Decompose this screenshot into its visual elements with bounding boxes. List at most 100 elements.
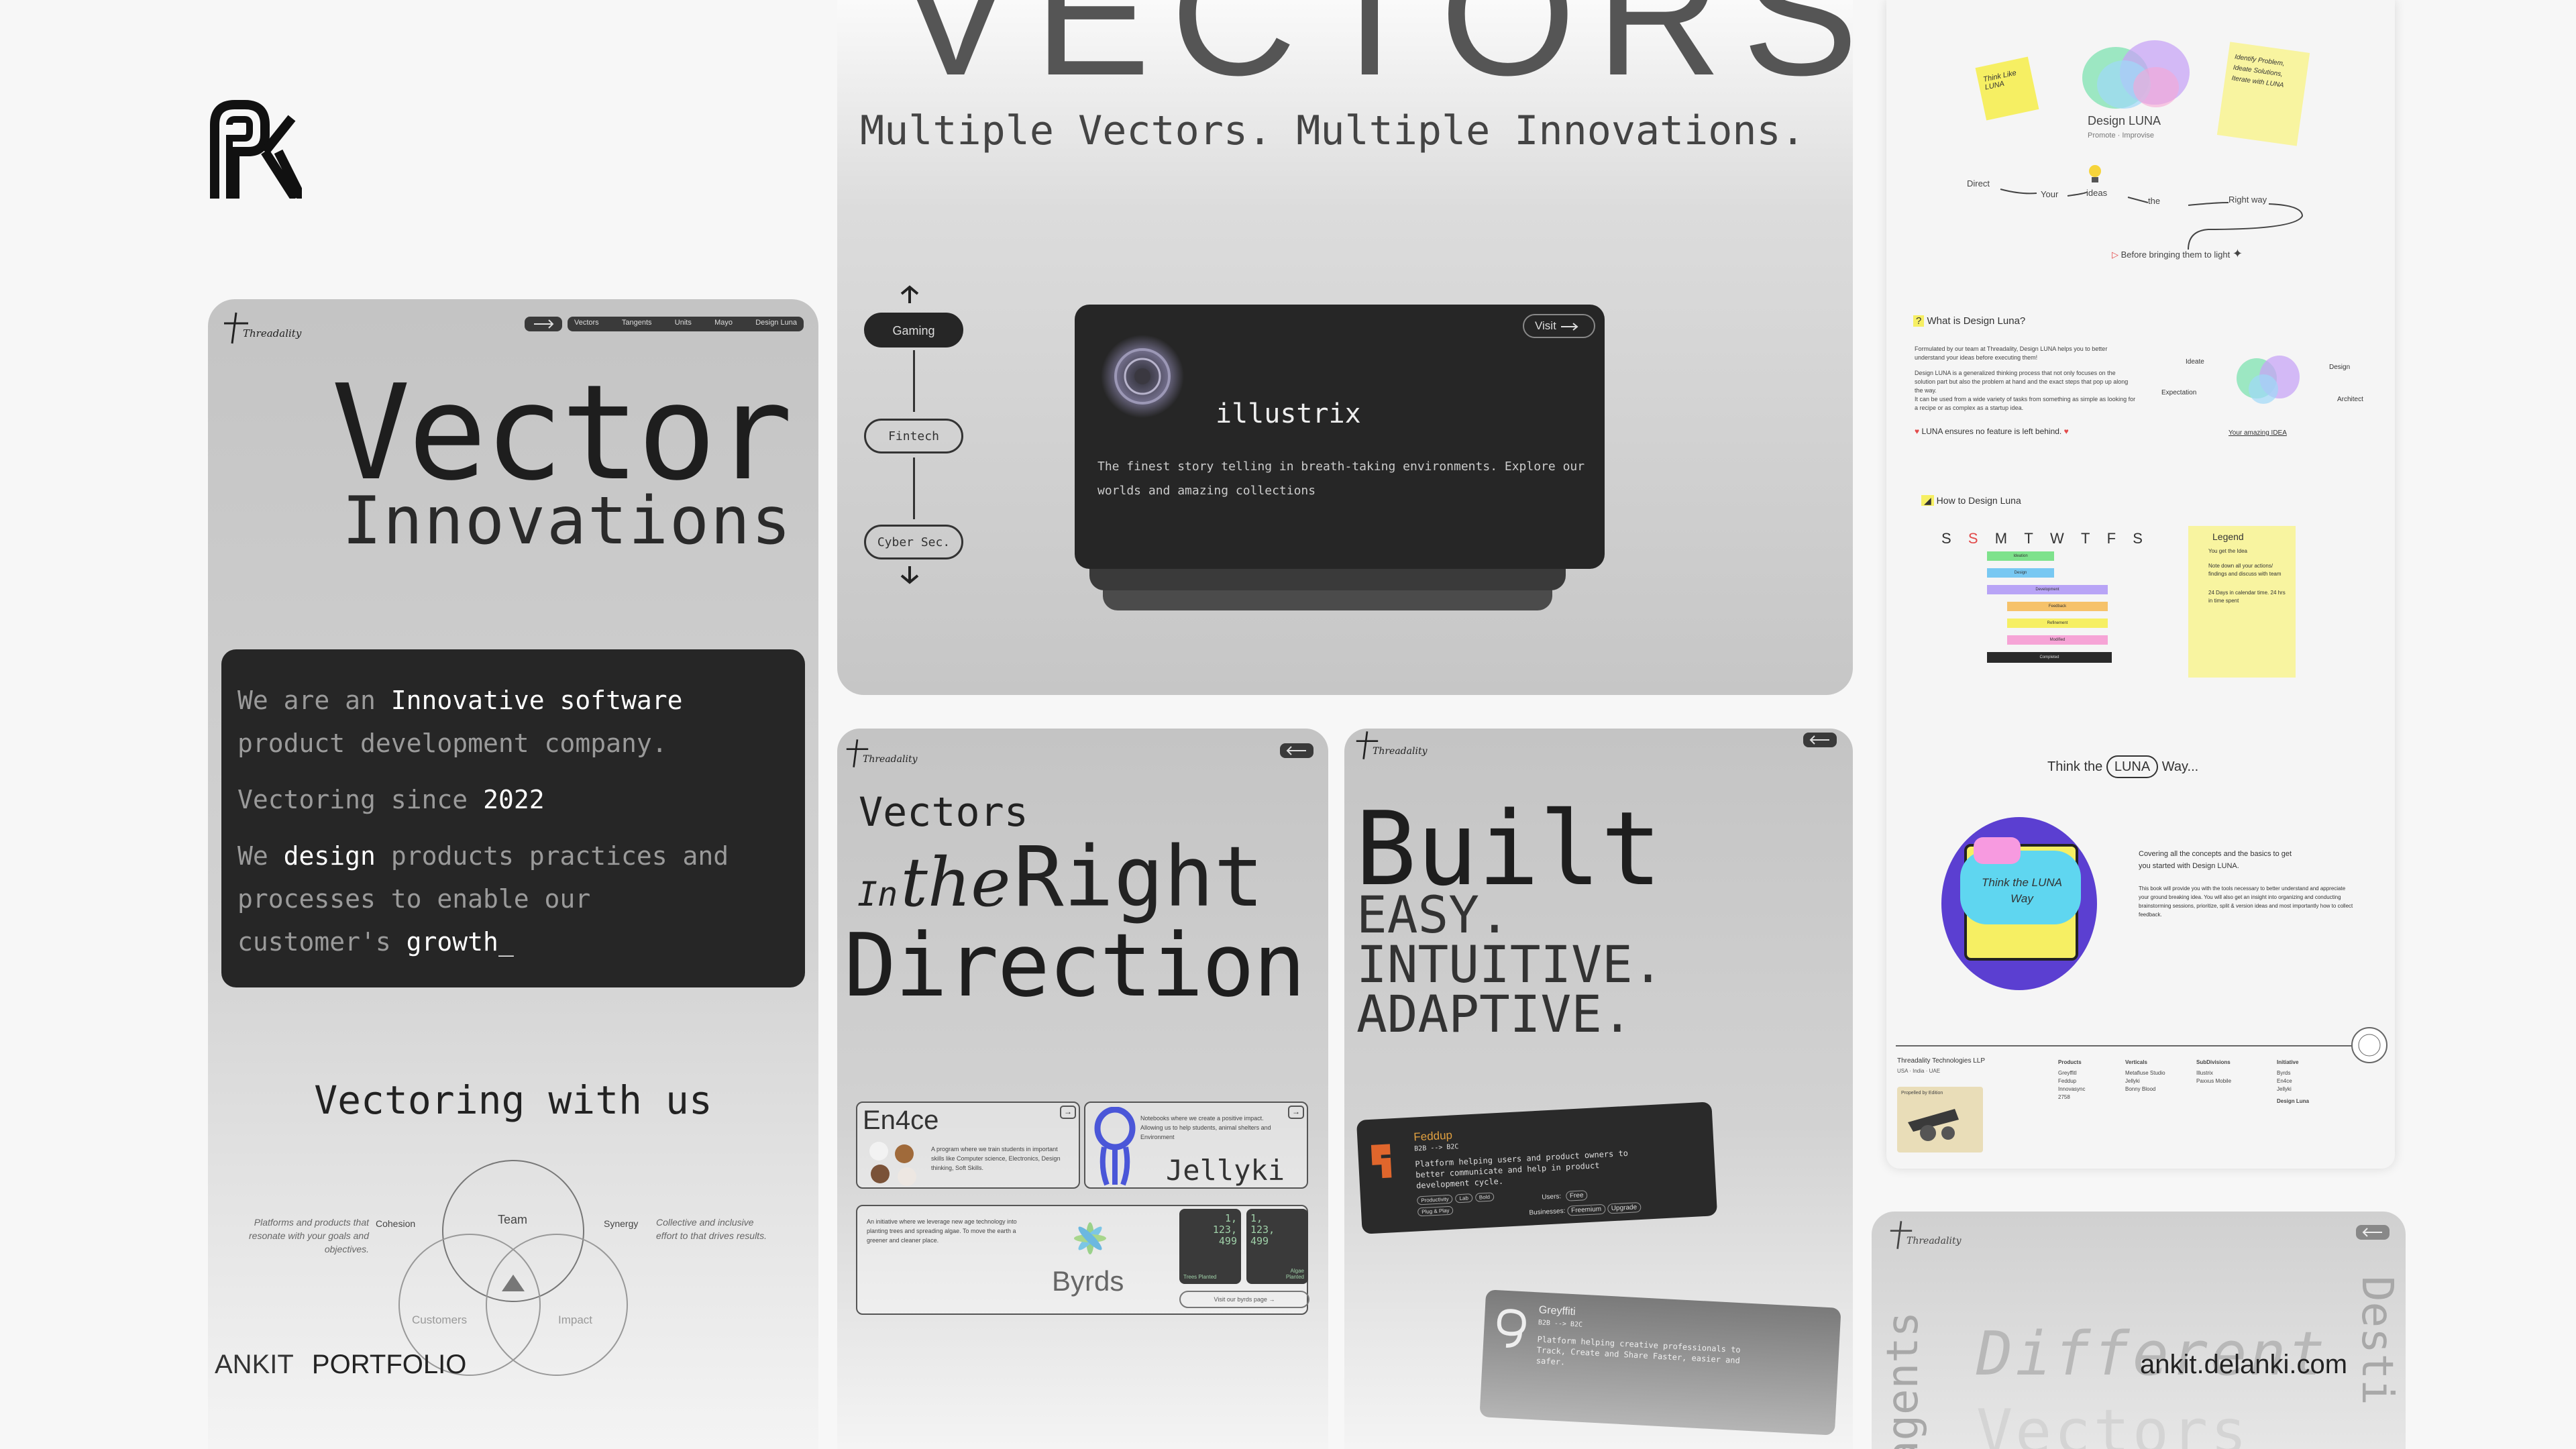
seal-icon xyxy=(2351,1027,2387,1063)
illustrix-name: illustrix xyxy=(1216,398,1361,429)
hero-title: Vector xyxy=(331,357,793,510)
ak-logo-icon xyxy=(210,100,307,201)
open-icon[interactable]: → xyxy=(1288,1106,1304,1119)
arrow-down-icon[interactable] xyxy=(896,565,923,585)
node-gaming[interactable]: Gaming xyxy=(864,313,963,347)
feddup-tags: Productivity Lab Bold Plug & Play xyxy=(1416,1191,1518,1217)
lightbulb-icon xyxy=(2089,165,2101,182)
built-easy: EASY. xyxy=(1356,885,1510,945)
brand-logo[interactable] xyxy=(208,98,307,201)
nav-design-luna[interactable]: Design Luna xyxy=(755,319,797,329)
diff-right-vertical: Desti xyxy=(2352,1276,2402,1405)
luna-ensures: ♥ LUNA ensures no feature is left behind… xyxy=(1915,427,2069,436)
nav-arrow-button[interactable] xyxy=(525,317,562,331)
direction-l3: Direction xyxy=(844,914,1305,1016)
venn-left-text: Platforms and products that resonate wit… xyxy=(249,1217,369,1254)
card-different: Threadality agents Different Vectors Des… xyxy=(1872,1212,2406,1449)
footer-col-subdivisions: SubDivisions Illustrix Paxxus Mobile xyxy=(2196,1059,2232,1084)
footer-col-initiative: Initiative Byrds En4ce Jellyki Design Lu… xyxy=(2277,1059,2310,1104)
back-button[interactable] xyxy=(2356,1225,2390,1240)
site-link[interactable]: ankit.delanki.com xyxy=(2140,1350,2347,1380)
brand-name: ANKIT PORTFOLIO xyxy=(215,1350,467,1379)
threadality-logo[interactable]: Threadality xyxy=(1889,1220,1970,1253)
feddup-name: Feddup xyxy=(1413,1128,1453,1144)
stat-algae: 1, 123, 499 Algae Planted xyxy=(1246,1209,1308,1284)
luna-diagram: Ideate Design Expectation Architect Your… xyxy=(2161,335,2376,449)
venn-synergy: Synergy xyxy=(604,1218,639,1229)
feddup-users: Users: Free xyxy=(1542,1190,1588,1201)
top-nav: Vectors Tangents Units Mayo Design Luna xyxy=(568,317,804,331)
back-button[interactable] xyxy=(1280,743,1313,758)
arrow-right-icon xyxy=(1560,322,1578,331)
luna-butterfly-icon xyxy=(2082,40,2190,109)
calendar-days: S S M T W T F S xyxy=(1941,530,2143,547)
card-vector-innovations: Threadality Vectors Tangents Units Mayo … xyxy=(208,299,818,1449)
node-cyber-sec[interactable]: Cyber Sec. xyxy=(864,525,963,559)
nav-vectors[interactable]: Vectors xyxy=(574,319,599,329)
illustrix-card[interactable]: Visit illustrix The finest story telling… xyxy=(1075,305,1605,569)
footer-col-products: Products GreyffitI Feddup Innovasync 275… xyxy=(2058,1059,2086,1100)
threadality-logo[interactable]: Threadality xyxy=(845,738,926,771)
card-design-luna: Think Like LUNA Design LUNA Promote · Im… xyxy=(1886,0,2395,1169)
arrow-up-icon[interactable] xyxy=(896,284,923,305)
greyffiti-name: Greyffiti xyxy=(1538,1304,1576,1318)
diff-center2: Vectors xyxy=(1976,1397,2250,1449)
feddup-card[interactable]: Feddup B2B --> B2C Platform helping user… xyxy=(1356,1102,1718,1234)
design-luna-label: Design LUNA xyxy=(2088,114,2161,127)
visit-button[interactable]: Visit xyxy=(1523,314,1595,338)
feddup-desc: Platform helping users and product owner… xyxy=(1415,1148,1629,1191)
back-button[interactable] xyxy=(1803,733,1837,747)
stat-trees: 1, 123, 499 Trees Planted xyxy=(1179,1209,1241,1284)
venn-right-text: Collective and inclusive effort to that … xyxy=(656,1217,767,1241)
en4ce-title: En4ce xyxy=(863,1106,939,1135)
jellyki-title: Jellyki xyxy=(1166,1154,1285,1187)
arrow-left-icon xyxy=(1286,746,1306,755)
what-body: Formulated by our team at Threadality, D… xyxy=(1915,345,2136,411)
illustrix-desc: The finest story telling in breath-takin… xyxy=(1097,460,1585,498)
feddup-biz: Businesses: Freemium Upgrade xyxy=(1529,1201,1642,1217)
venn-cohesion: Cohesion xyxy=(376,1218,416,1229)
luna-book-cover[interactable]: Think the LUNA Way xyxy=(1941,817,2097,990)
nav-tangents[interactable]: Tangents xyxy=(622,319,652,329)
threadality-logo[interactable]: Threadality xyxy=(223,311,303,345)
nav-units[interactable]: Units xyxy=(675,319,692,329)
jellyfish-icon xyxy=(1094,1107,1136,1186)
byrds-desc: An initiative where we leverage new age … xyxy=(867,1218,1017,1244)
footer-col-verticals: Verticals Metafluse Studio Jellyki Bonny… xyxy=(2125,1059,2165,1092)
byrds-cta-button[interactable]: Visit our byrds page → xyxy=(1179,1291,1309,1308)
byrds-flower-icon xyxy=(1074,1222,1106,1254)
greyffiti-desc: Platform helping creative professionals … xyxy=(1536,1334,1741,1367)
card-vectors: VECTORS Multiple Vectors. Multiple Innov… xyxy=(837,0,1853,695)
cover-text: Covering all the concepts and the basics… xyxy=(2139,850,2353,918)
en4ce-desc: A program where we train students in imp… xyxy=(931,1146,1061,1171)
byrds-title: Byrds xyxy=(1052,1265,1124,1297)
open-icon[interactable]: → xyxy=(1060,1106,1076,1119)
feddup-logo-icon xyxy=(1371,1144,1392,1179)
direction-l2: In the Right xyxy=(857,829,1265,926)
venn-customers: Customers xyxy=(412,1313,468,1326)
threadality-logo[interactable]: Threadality xyxy=(1355,730,1436,763)
node-fintech[interactable]: Fintech xyxy=(864,419,963,453)
footer-company: Threadality Technologies LLP xyxy=(1897,1057,1986,1065)
hero-subtitle: Innovations xyxy=(342,483,793,559)
byrds-card[interactable]: An initiative where we leverage new age … xyxy=(856,1205,1309,1315)
en4ce-card[interactable]: En4ce A program where we train students … xyxy=(856,1102,1080,1189)
cannon-icon xyxy=(1908,1109,1959,1141)
legend-note: Legend You get the Idea Note down all yo… xyxy=(2188,526,2296,678)
greyffiti-logo-icon xyxy=(1497,1309,1526,1348)
think-luna: Think the LUNA Way... xyxy=(2047,755,2198,778)
vectoring-heading: Vectoring with us xyxy=(314,1077,712,1123)
jellyki-card[interactable]: Notebooks where we create a positive imp… xyxy=(1084,1102,1308,1189)
built-adaptive: ADAPTIVE. xyxy=(1356,984,1633,1044)
propelled-badge: Propelled by Edition xyxy=(1897,1087,1983,1152)
arrow-left-icon xyxy=(2362,1228,2382,1237)
greyffiti-card[interactable]: Greyffiti B2B --> B2C Platform helping c… xyxy=(1479,1289,1841,1436)
venn-impact: Impact xyxy=(558,1313,593,1326)
sticky-note-process: Identify Problem, Ideate Solutions, Iter… xyxy=(2216,42,2310,146)
card-built: Threadality Built EASY. INTUITIVE. ADAPT… xyxy=(1344,729,1853,1449)
nav-mayo[interactable]: Mayo xyxy=(714,319,733,329)
vectors-big-title: VECTORS xyxy=(898,0,1853,112)
sticky-note-think: Think Like LUNA xyxy=(1975,56,2039,121)
how-title: ◢ How to Design Luna xyxy=(1921,495,2021,506)
arrow-left-icon xyxy=(1809,735,1829,745)
